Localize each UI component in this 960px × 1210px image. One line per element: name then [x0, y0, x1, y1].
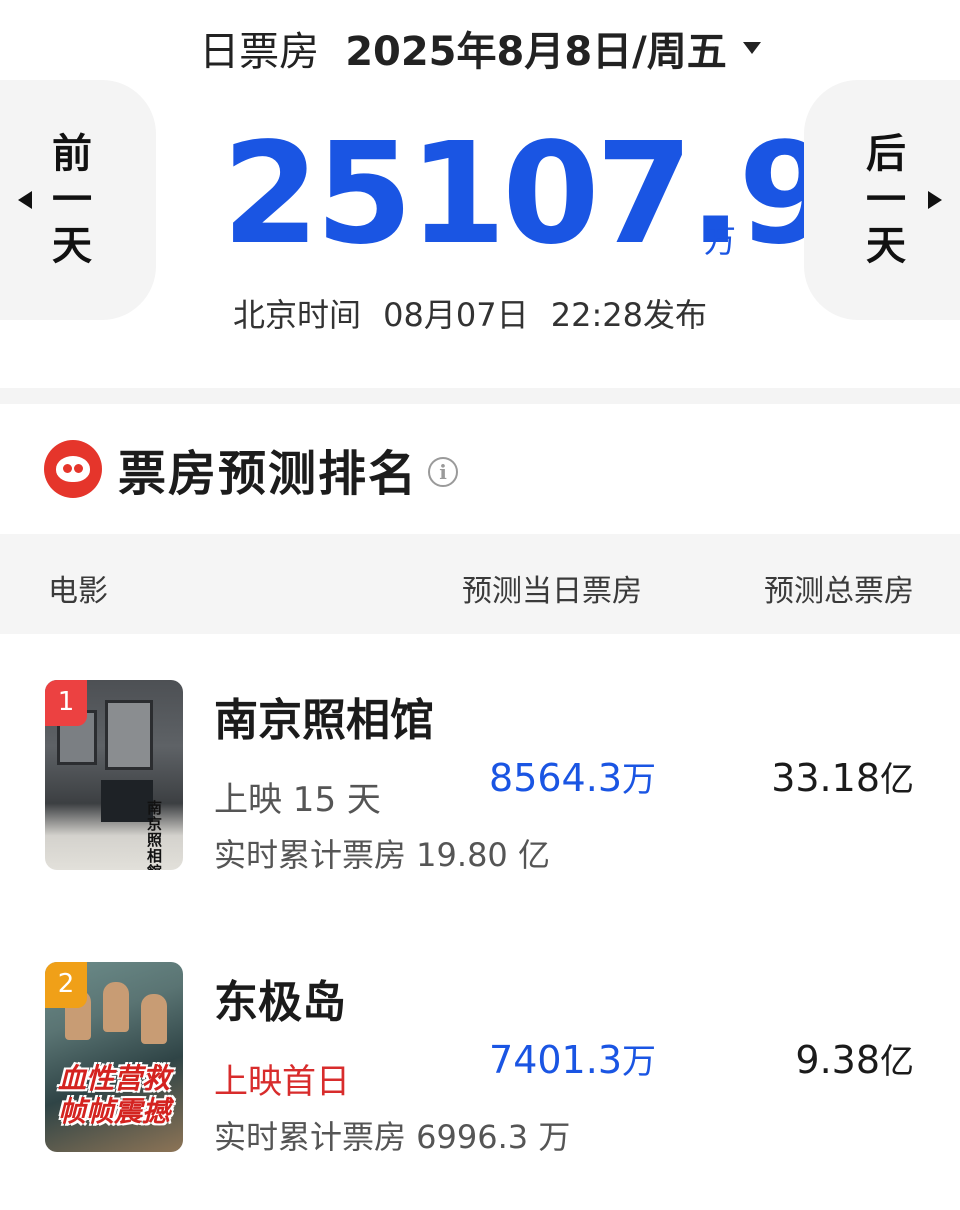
daily-summary: 日票房 2025年8月8日/周五 前 一 天 25107.9 万 北京时间 08月…	[0, 0, 960, 388]
today-forecast: 8564.3万	[489, 756, 656, 800]
box-office-page: 日票房 2025年8月8日/周五 前 一 天 25107.9 万 北京时间 08月…	[0, 0, 960, 1210]
movie-poster[interactable]: 血性营救 帧帧震撼 2	[45, 962, 183, 1152]
arrow-left-icon	[18, 191, 32, 209]
table-header: 电影 预测当日票房 预测总票房	[0, 534, 960, 634]
cumulative-box-office: 实时累计票房 19.80 亿	[214, 836, 550, 874]
poster-title: 南京照相館	[147, 799, 163, 870]
movie-poster[interactable]: 南京照相館 1	[45, 680, 183, 870]
poster-slogan: 血性营救 帧帧震撼	[57, 1062, 170, 1128]
selected-date: 2025年8月8日/周五	[345, 29, 727, 75]
movie-title: 东极岛	[214, 977, 346, 1028]
previous-day-button[interactable]: 前 一 天	[0, 80, 156, 320]
movie-row[interactable]: 南京照相館 1 南京照相馆 上映 15 天 实时累计票房 19.80 亿 856…	[0, 634, 960, 916]
section-divider	[0, 388, 960, 404]
column-total-forecast[interactable]: 预测总票房	[764, 566, 914, 610]
total-box-office-value: 25107.9	[222, 113, 836, 276]
rank-badge: 1	[45, 680, 87, 726]
daily-box-office-label: 日票房	[199, 29, 320, 75]
cat-logo-icon	[44, 440, 102, 498]
chevron-down-icon	[742, 42, 761, 54]
previous-day-label: 前 一 天	[52, 131, 92, 269]
date-selector[interactable]: 日票房 2025年8月8日/周五	[0, 22, 960, 82]
today-forecast: 7401.3万	[489, 1038, 656, 1082]
total-forecast: 33.18亿	[771, 756, 914, 800]
total-forecast: 9.38亿	[795, 1038, 914, 1082]
release-days: 上映 15 天	[214, 780, 381, 820]
next-day-label: 后 一 天	[866, 131, 906, 269]
column-today-forecast[interactable]: 预测当日票房	[462, 566, 642, 610]
release-days: 上映首日	[214, 1062, 350, 1102]
column-movie: 电影	[48, 574, 108, 609]
info-icon[interactable]: i	[428, 457, 459, 487]
ranking-title: 票房预测排名	[118, 446, 419, 502]
total-box-office-unit: 万	[704, 222, 737, 260]
cumulative-box-office: 实时累计票房 6996.3 万	[214, 1118, 571, 1156]
ranking-header: 票房预测排名 i	[0, 404, 960, 534]
movie-title: 南京照相馆	[214, 695, 434, 746]
rank-badge: 2	[45, 962, 87, 1008]
next-day-button[interactable]: 后 一 天	[804, 80, 960, 320]
publish-time: 北京时间 08月07日 22:28发布	[232, 296, 707, 334]
movie-row[interactable]: 血性营救 帧帧震撼 2 东极岛 上映首日 实时累计票房 6996.3 万 740…	[0, 916, 960, 1198]
arrow-right-icon	[928, 191, 942, 209]
